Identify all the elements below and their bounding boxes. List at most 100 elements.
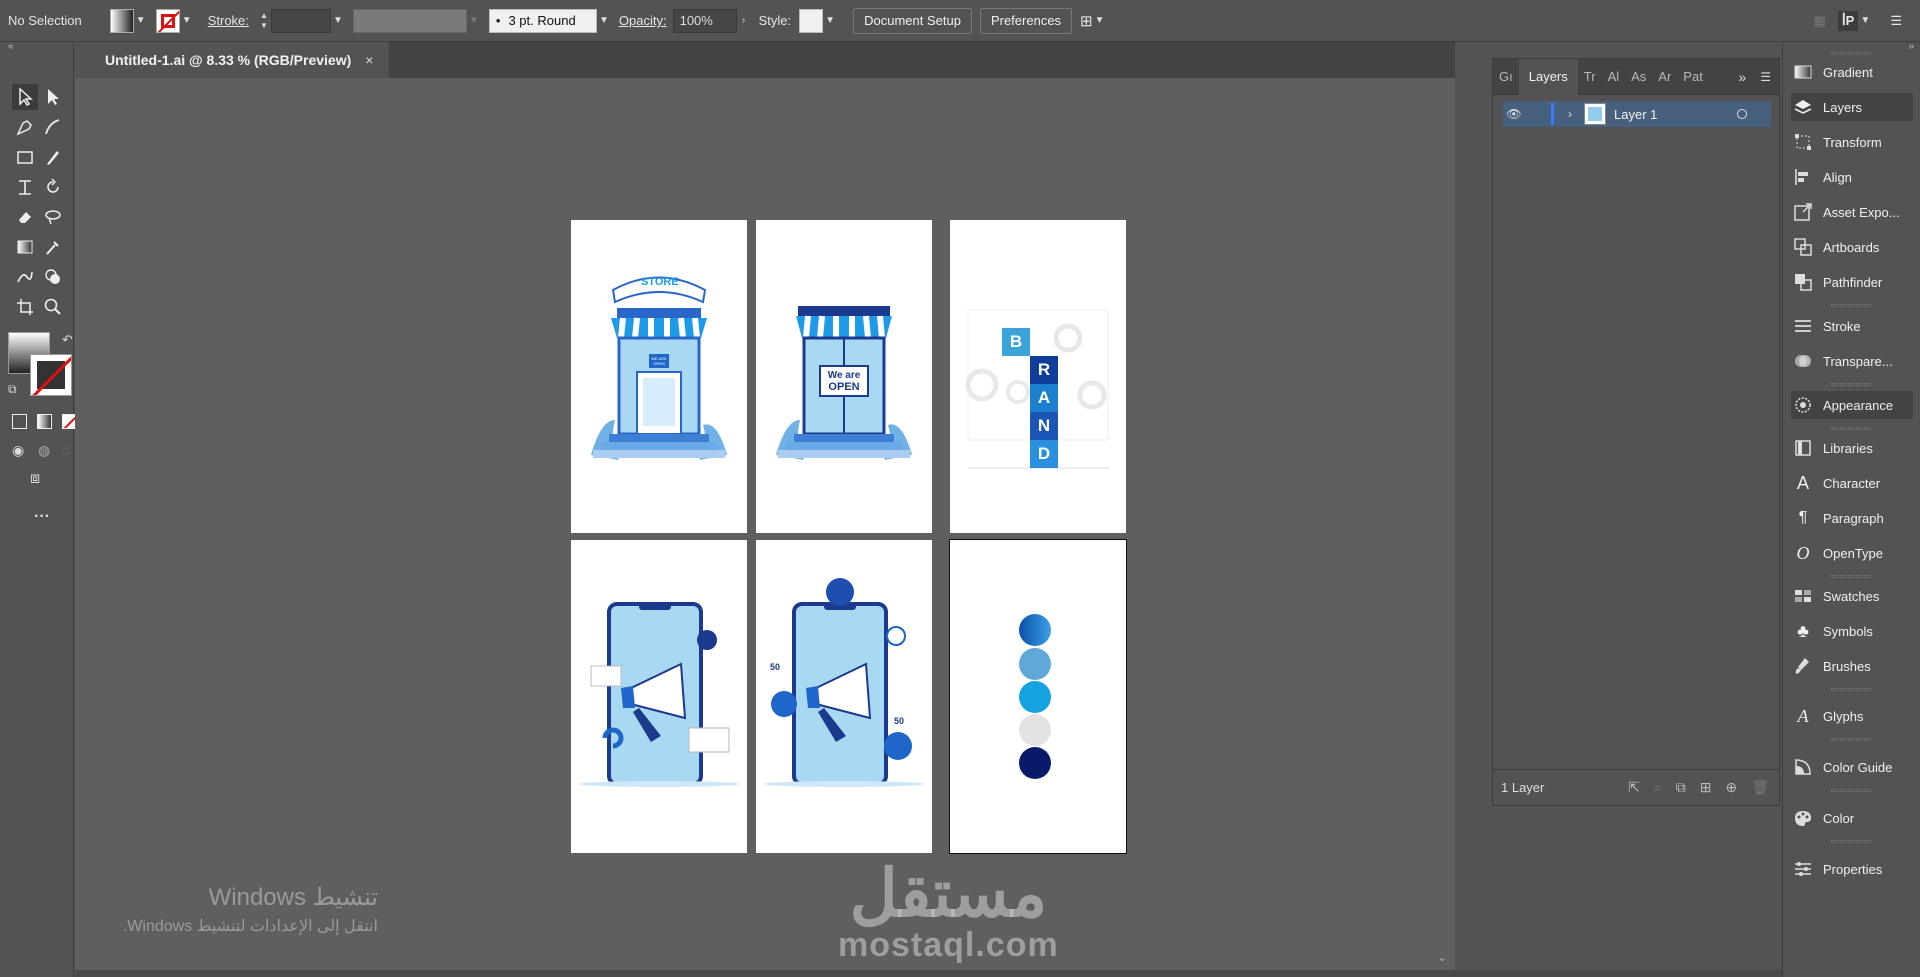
dock-color[interactable]: Color	[1791, 804, 1913, 832]
make-clipping-mask-icon[interactable]: ⧉	[1676, 779, 1686, 796]
stroke-color-control[interactable]: ▼	[155, 8, 194, 33]
document-tab[interactable]: Untitled-1.ai @ 8.33 % (RGB/Preview) ×	[75, 42, 389, 78]
opacity-label[interactable]: Opacity:	[619, 13, 667, 28]
create-layer-icon[interactable]: ⊕	[1725, 779, 1737, 796]
visibility-eye-icon[interactable]: 👁	[1503, 107, 1525, 121]
panel-menu-icon[interactable]: ☰	[1890, 13, 1902, 29]
layout-icon[interactable]: ▦	[1814, 13, 1826, 29]
lasso-tool-icon[interactable]	[40, 204, 66, 230]
dock-brushes[interactable]: Brushes	[1791, 652, 1913, 680]
canvas-scroll-arrow-icon[interactable]: ⌄	[1438, 951, 1447, 964]
default-colors-icon[interactable]: ⧉	[8, 382, 17, 397]
stroke-swatch[interactable]	[155, 8, 180, 33]
dock-properties[interactable]: Properties	[1791, 855, 1913, 883]
horizontal-scrollbar[interactable]	[75, 970, 1782, 977]
layer-target-circle-icon[interactable]	[1737, 109, 1747, 119]
variable-width-dropdown-icon[interactable]: ▼	[467, 14, 481, 28]
dock-pathfinder[interactable]: Pathfinder	[1791, 268, 1913, 296]
brush-control[interactable]: • 3 pt. Round ▼	[488, 8, 611, 33]
dock-align[interactable]: Align	[1791, 163, 1913, 191]
fill-dropdown-icon[interactable]: ▼	[134, 14, 148, 28]
screen-mode-icon[interactable]: ⧈	[30, 470, 40, 488]
more-tools-icon[interactable]: ···	[34, 508, 50, 526]
style-swatch[interactable]	[799, 8, 824, 33]
selection-tool-icon[interactable]	[12, 84, 38, 110]
brush-definition[interactable]: • 3 pt. Round	[488, 8, 597, 33]
dock-swatches[interactable]: Swatches	[1791, 582, 1913, 610]
eyedropper-tool-icon[interactable]	[40, 234, 66, 260]
zoom-tool-icon[interactable]	[40, 294, 66, 320]
variable-width-field[interactable]	[352, 8, 467, 33]
stroke-weight-dropdown-icon[interactable]: ▼	[331, 14, 345, 28]
opacity-chevron-icon[interactable]: ›	[737, 14, 751, 28]
dock-asset-export[interactable]: Asset Expo...	[1791, 198, 1913, 226]
dock-stroke[interactable]: Stroke	[1791, 312, 1913, 340]
shape-builder-tool-icon[interactable]	[40, 264, 66, 290]
workspace-switcher-icon[interactable]: ꟾP	[1837, 10, 1859, 31]
variable-width-profile[interactable]: ▼	[352, 8, 481, 33]
dock-layers[interactable]: Layers	[1791, 93, 1913, 121]
artboard-4[interactable]	[571, 540, 747, 853]
opacity-control[interactable]: Opacity: 100% ›	[619, 8, 751, 33]
arrange-icon[interactable]: ⊞	[1080, 12, 1093, 30]
dock-libraries[interactable]: Libraries	[1791, 434, 1913, 462]
gradient-tool-icon[interactable]	[12, 234, 38, 260]
dock-character[interactable]: A Character	[1791, 469, 1913, 497]
gradient-mode-icon[interactable]	[37, 414, 52, 429]
rectangle-tool-icon[interactable]	[12, 144, 38, 170]
document-title[interactable]: Untitled-1.ai @ 8.33 % (RGB/Preview)	[105, 52, 351, 68]
spin-up-icon[interactable]: ▲	[260, 11, 268, 21]
workspace-dropdown-icon[interactable]: ▼	[1858, 14, 1872, 28]
locate-object-icon[interactable]: ⌕	[1654, 779, 1662, 796]
dock-artboards[interactable]: Artboards	[1791, 233, 1913, 261]
stroke-dropdown-icon[interactable]: ▼	[180, 14, 194, 28]
arrange-dropdown-icon[interactable]: ▼	[1093, 14, 1107, 28]
swap-fill-stroke-icon[interactable]: ↶	[62, 332, 73, 348]
dock-appearance[interactable]: Appearance	[1791, 391, 1913, 419]
draw-behind-icon[interactable]: ◍	[38, 442, 50, 459]
close-tab-icon[interactable]: ×	[365, 52, 373, 68]
stroke-color-box[interactable]	[30, 354, 72, 396]
stroke-weight-control[interactable]: ▲ ▼ ▼	[257, 8, 345, 33]
artboard-3[interactable]: B R A N D	[950, 220, 1126, 533]
style-control[interactable]: Style: ▼	[759, 8, 838, 33]
spin-down-icon[interactable]: ▼	[260, 21, 268, 31]
dock-transform[interactable]: Transform	[1791, 128, 1913, 156]
direct-selection-tool-icon[interactable]	[40, 84, 66, 110]
collect-export-icon[interactable]: ⇱	[1628, 779, 1640, 796]
artboard-5[interactable]: 50 50	[756, 540, 932, 853]
type-tool-icon[interactable]	[12, 174, 38, 200]
rotate-tool-icon[interactable]	[40, 174, 66, 200]
preferences-button[interactable]: Preferences	[979, 7, 1073, 34]
pen-tool-icon[interactable]	[12, 114, 38, 140]
draw-normal-icon[interactable]: ◉	[12, 442, 24, 459]
expand-layer-chevron-icon[interactable]: ›	[1560, 107, 1580, 121]
layer-name[interactable]: Layer 1	[1614, 107, 1657, 122]
expand-panel-icon[interactable]: »	[1738, 69, 1746, 85]
tab-gradient[interactable]: Gı	[1493, 59, 1519, 95]
create-sublayer-icon[interactable]: ⊞	[1700, 779, 1712, 796]
artboard-2[interactable]: We are OPEN	[756, 220, 932, 533]
curvature-tool-icon[interactable]	[40, 114, 66, 140]
stroke-label[interactable]: Stroke:	[208, 13, 249, 28]
document-setup-button[interactable]: Document Setup	[853, 7, 972, 34]
artboard-1[interactable]: STORE WE ARE OPEN	[571, 220, 747, 533]
dock-collapse-icon[interactable]: »	[1908, 41, 1914, 52]
canvas[interactable]: STORE WE ARE OPEN We are OPEN B R A N D …	[75, 78, 1455, 970]
paintbrush-tool-icon[interactable]	[40, 144, 66, 170]
tab-layers[interactable]: Layers	[1518, 58, 1578, 95]
dock-glyphs[interactable]: A Glyphs	[1791, 702, 1913, 730]
tab-transform[interactable]: Tr	[1578, 59, 1602, 95]
dock-color-guide[interactable]: Color Guide	[1791, 753, 1913, 781]
arrange-documents-control[interactable]: ⊞ ▼	[1080, 12, 1107, 30]
style-dropdown-icon[interactable]: ▼	[823, 14, 837, 28]
dock-paragraph[interactable]: ¶ Paragraph	[1791, 504, 1913, 532]
stroke-weight-input[interactable]	[270, 8, 331, 33]
brush-dropdown-icon[interactable]: ▼	[597, 14, 611, 28]
fill-control[interactable]: ▼	[109, 8, 148, 33]
delete-layer-icon[interactable]: 🗑	[1751, 779, 1769, 796]
stroke-spinner[interactable]: ▲ ▼	[257, 9, 271, 33]
dock-transparency[interactable]: Transpare...	[1791, 347, 1913, 375]
dock-opentype[interactable]: O OpenType	[1791, 539, 1913, 567]
layer-row[interactable]: 👁 › Layer 1	[1503, 101, 1771, 127]
